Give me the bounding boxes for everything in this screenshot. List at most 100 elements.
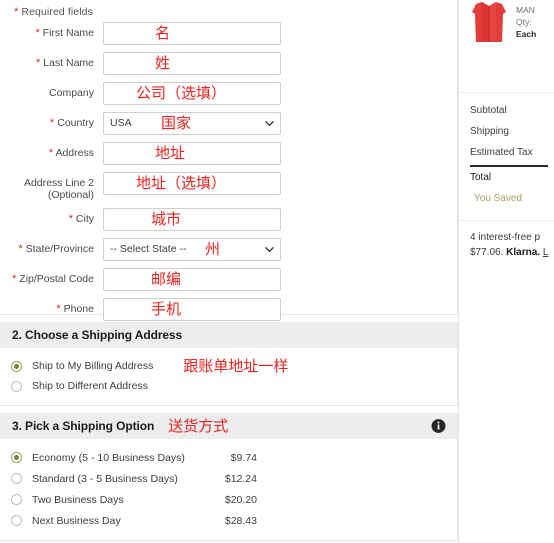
field-row-company: Company 公司（选填） bbox=[0, 82, 457, 105]
shipping-option-price-two-business-days: $20.20 bbox=[224, 493, 257, 506]
annotation-ship-to-billing: 跟账单地址一样 bbox=[183, 356, 289, 375]
control-company: 公司（选填） bbox=[103, 82, 281, 105]
summary-row-total: Total bbox=[470, 172, 492, 183]
billing-address-card: * Required fields * First Name 名 * Last … bbox=[0, 0, 458, 321]
control-last-name: 姓 bbox=[103, 52, 281, 75]
radio-row-ship-to-billing[interactable]: Ship to My Billing Address 跟账单地址一样 bbox=[0, 356, 457, 376]
label-company: Company bbox=[49, 87, 94, 99]
order-summary-product: MAN Qty: Each bbox=[459, 0, 554, 92]
shipping-option-body: Economy (5 - 10 Business Days) $9.74 Sta… bbox=[0, 439, 457, 540]
radio-ship-to-different[interactable] bbox=[11, 380, 22, 392]
radio-ship-to-billing[interactable] bbox=[11, 360, 22, 372]
radio-shipping-standard[interactable] bbox=[11, 473, 22, 484]
radio-label-ship-to-different: Ship to Different Address bbox=[32, 380, 148, 392]
control-phone: 手机 bbox=[103, 298, 281, 321]
shipping-option-title: 3. Pick a Shipping Option bbox=[12, 419, 155, 433]
radio-shipping-economy[interactable] bbox=[11, 452, 22, 463]
shipping-option-header: 3. Pick a Shipping Option 送货方式 bbox=[0, 413, 457, 439]
label-last-name: * Last Name bbox=[36, 57, 94, 69]
first-name-input[interactable] bbox=[103, 22, 281, 45]
chevron-down-icon bbox=[265, 245, 274, 254]
field-row-city: * City 城市 bbox=[0, 208, 457, 231]
klarna-amount: $77.06. bbox=[470, 247, 504, 258]
required-fields-label: Required fields bbox=[21, 6, 93, 18]
order-summary-totals: Subtotal Shipping Estimated Tax Total Yo… bbox=[459, 92, 554, 213]
field-row-last-name: * Last Name 姓 bbox=[0, 52, 457, 75]
shipping-option-price-standard: $12.24 bbox=[224, 472, 257, 485]
phone-input[interactable] bbox=[103, 298, 281, 321]
label-phone: * Phone bbox=[56, 303, 94, 315]
shipping-address-body: Ship to My Billing Address 跟账单地址一样 Ship … bbox=[0, 348, 457, 405]
annotation-shipping-option: 送货方式 bbox=[168, 416, 229, 435]
klarna-line-1: 4 interest-free p bbox=[470, 232, 541, 243]
shipping-option-label-economy: Economy (5 - 10 Business Days) bbox=[32, 451, 185, 464]
control-state-province: -- Select State -- 州 bbox=[103, 238, 281, 261]
shipping-option-row-next-business-day[interactable]: Next Business Day $28.43 bbox=[0, 510, 457, 531]
summary-row-subtotal: Subtotal bbox=[470, 105, 507, 116]
field-row-phone: * Phone 手机 bbox=[0, 298, 457, 321]
required-asterisk-icon: * bbox=[36, 57, 41, 69]
field-row-first-name: * First Name 名 bbox=[0, 22, 457, 45]
radio-shipping-two-business-days[interactable] bbox=[11, 494, 22, 505]
required-asterisk-icon: * bbox=[50, 117, 55, 129]
shipping-option-row-two-business-days[interactable]: Two Business Days $20.20 bbox=[0, 489, 457, 510]
required-asterisk-icon: * bbox=[12, 273, 17, 285]
shipping-option-label-next-business-day: Next Business Day bbox=[32, 514, 121, 527]
country-select[interactable]: USA bbox=[103, 112, 281, 135]
radio-row-ship-to-different[interactable]: Ship to Different Address bbox=[0, 376, 457, 396]
radio-label-ship-to-billing: Ship to My Billing Address bbox=[32, 360, 154, 372]
required-fields-note: * Required fields bbox=[0, 0, 457, 22]
city-input[interactable] bbox=[103, 208, 281, 231]
product-thumbnail-image bbox=[468, 2, 510, 46]
control-country: USA 国家 bbox=[103, 112, 281, 135]
product-each-line: Each bbox=[516, 29, 537, 39]
address-line-2-input[interactable] bbox=[103, 172, 281, 195]
klarna-brand: Klarna. bbox=[506, 247, 541, 258]
field-row-state-province: * State/Province -- Select State -- 州 bbox=[0, 238, 457, 261]
info-circle-icon[interactable] bbox=[431, 419, 446, 434]
control-address-line-2: 地址（选填） bbox=[103, 172, 281, 195]
summary-row-you-saved: You Saved bbox=[474, 193, 523, 204]
checkout-page: * Required fields * First Name 名 * Last … bbox=[0, 0, 554, 543]
address-input[interactable] bbox=[103, 142, 281, 165]
summary-row-shipping: Shipping bbox=[470, 126, 509, 137]
country-select-value: USA bbox=[110, 117, 132, 129]
shipping-option-row-economy[interactable]: Economy (5 - 10 Business Days) $9.74 bbox=[0, 447, 457, 468]
control-city: 城市 bbox=[103, 208, 281, 231]
company-input[interactable] bbox=[103, 82, 281, 105]
shipping-option-label-standard: Standard (3 - 5 Business Days) bbox=[32, 472, 178, 485]
shipping-address-header: 2. Choose a Shipping Address bbox=[0, 322, 457, 348]
field-row-country: * Country USA 国家 bbox=[0, 112, 457, 135]
klarna-line-2: $77.06. Klarna. L bbox=[470, 245, 554, 260]
summary-row-estimated-tax: Estimated Tax bbox=[470, 147, 533, 158]
last-name-input[interactable] bbox=[103, 52, 281, 75]
product-meta: MAN Qty: Each bbox=[516, 2, 536, 92]
shipping-address-title: 2. Choose a Shipping Address bbox=[12, 328, 183, 342]
shipping-option-price-next-business-day: $28.43 bbox=[224, 514, 257, 527]
klarna-promo: 4 interest-free p $77.06. Klarna. L bbox=[459, 220, 554, 260]
control-first-name: 名 bbox=[103, 22, 281, 45]
label-address: * Address bbox=[48, 147, 94, 159]
required-asterisk-icon: * bbox=[35, 27, 40, 39]
zip-postal-code-input[interactable] bbox=[103, 268, 281, 291]
shipping-option-price-economy: $9.74 bbox=[230, 451, 257, 464]
checkout-main-column: * Required fields * First Name 名 * Last … bbox=[0, 0, 458, 541]
field-row-address: * Address 地址 bbox=[0, 142, 457, 165]
required-asterisk-icon: * bbox=[68, 213, 73, 225]
klarna-learn-more-link[interactable]: L bbox=[543, 247, 549, 258]
label-city: * City bbox=[68, 213, 94, 225]
state-province-select-value: -- Select State -- bbox=[110, 243, 187, 255]
label-address-line-2: Address Line 2 (Optional) bbox=[23, 177, 94, 201]
field-row-zip-postal-code: * Zip/Postal Code 邮编 bbox=[0, 268, 457, 291]
state-province-select[interactable]: -- Select State -- bbox=[103, 238, 281, 261]
field-row-address-line-2: Address Line 2 (Optional) 地址（选填） bbox=[0, 172, 457, 201]
label-zip-postal-code: * Zip/Postal Code bbox=[12, 273, 94, 285]
shipping-option-section: 3. Pick a Shipping Option 送货方式 Economy (… bbox=[0, 413, 458, 541]
required-asterisk-icon: * bbox=[14, 6, 19, 18]
shipping-option-label-two-business-days: Two Business Days bbox=[32, 493, 124, 506]
label-country: * Country bbox=[50, 117, 94, 129]
product-qty-line: Qty: bbox=[516, 17, 532, 27]
label-first-name: * First Name bbox=[35, 27, 94, 39]
shipping-option-row-standard[interactable]: Standard (3 - 5 Business Days) $12.24 bbox=[0, 468, 457, 489]
radio-shipping-next-business-day[interactable] bbox=[11, 515, 22, 526]
